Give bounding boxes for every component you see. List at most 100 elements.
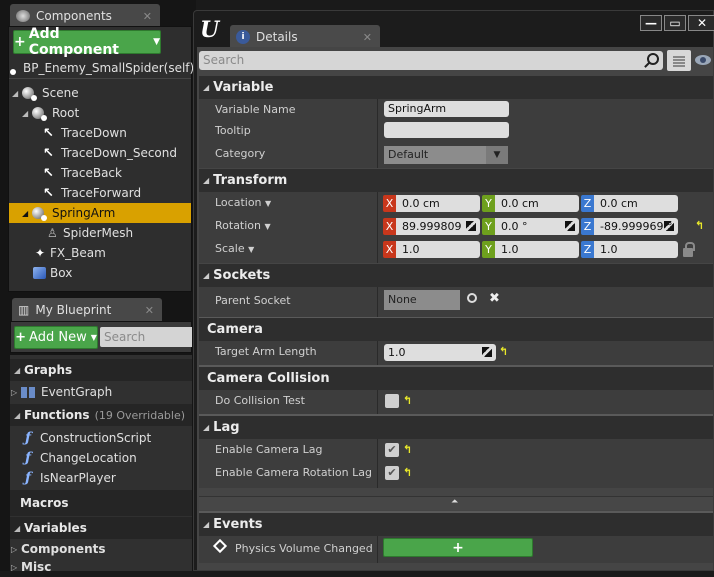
scale-x-input[interactable]: 1.0 [396, 241, 480, 258]
category-title: Camera [207, 322, 263, 337]
function-item-constructionscript[interactable]: ƒ ConstructionScript [10, 428, 192, 448]
variable-group-components[interactable]: ▷ Components [10, 539, 192, 559]
category-transform[interactable]: ◢ Transform [199, 169, 713, 192]
browse-search-icon[interactable] [467, 293, 477, 303]
scale-z-input[interactable]: 1.0 [594, 241, 678, 258]
enable-camera-lag-checkbox[interactable]: ✔ [385, 443, 399, 457]
transform-properties: Location ▼ X 0.0 cm Y 0.0 cm Z 0.0 cm Ro… [199, 192, 713, 263]
category-lag[interactable]: ◢ Lag [199, 416, 713, 439]
axis-y-label: Y [482, 218, 495, 235]
location-z-input[interactable]: 0.0 cm [594, 195, 678, 212]
rotation-x-input[interactable]: 89.999809 ° [396, 218, 480, 235]
expand-arrow-icon: ◢ [203, 176, 210, 185]
rotation-z-input[interactable]: -89.999969 ° [594, 218, 678, 235]
prop-category: Category Default ▼ [199, 143, 713, 166]
target-arm-length-input[interactable]: 1.0 [384, 344, 496, 361]
scale-label[interactable]: Scale ▼ [215, 242, 254, 255]
add-new-button[interactable]: + Add New ▼ [14, 326, 98, 349]
expand-arrow-icon[interactable]: ◢ [12, 89, 22, 98]
reset-to-default-icon[interactable]: ↰ [403, 466, 412, 479]
tree-item-label: TraceDown_Second [61, 146, 177, 160]
parent-socket-field[interactable]: None [384, 290, 460, 310]
spin-handle-icon[interactable] [466, 221, 476, 231]
tree-item-fx-beam[interactable]: ✦ FX_Beam [9, 243, 191, 263]
category-sockets[interactable]: ◢ Sockets [199, 264, 713, 287]
functions-header-label: Functions [24, 408, 90, 422]
reset-to-default-icon[interactable]: ↰ [403, 443, 412, 456]
clear-icon[interactable]: ✖ [489, 291, 500, 306]
checkmark-icon: ✔ [387, 443, 397, 456]
reset-to-default-icon[interactable]: ↰ [499, 345, 508, 358]
graphs-header[interactable]: ◢ Graphs [10, 359, 192, 381]
spin-handle-icon[interactable] [664, 221, 674, 231]
tab-details[interactable]: i Details ✕ [230, 25, 380, 49]
prop-label: Target Arm Length [215, 345, 317, 358]
variable-name-input[interactable]: SpringArm [384, 101, 509, 117]
tree-item-label: TraceDown [61, 126, 127, 140]
axis-z-label: Z [581, 218, 594, 235]
tree-item-tracedown-second[interactable]: ↖ TraceDown_Second [9, 143, 191, 163]
add-event-button[interactable]: + [383, 538, 533, 557]
blueprint-search-input[interactable]: Search [100, 327, 192, 347]
lock-icon[interactable] [683, 242, 695, 257]
tree-item-label: SpringArm [52, 206, 116, 220]
close-icon[interactable]: ✕ [145, 304, 154, 317]
function-item-isnearplayer[interactable]: ƒ IsNearPlayer [10, 468, 192, 488]
location-label[interactable]: Location ▼ [215, 196, 271, 209]
self-item[interactable]: BP_Enemy_SmallSpider(self) [9, 57, 194, 79]
maximize-button[interactable]: ▭ [664, 15, 686, 31]
tree-item-root[interactable]: ◢ Root [9, 103, 191, 123]
arrow-component-icon: ↖ [43, 125, 54, 141]
do-collision-test-checkbox[interactable] [385, 394, 399, 408]
function-item-changelocation[interactable]: ƒ ChangeLocation [10, 448, 192, 468]
location-y-input[interactable]: 0.0 cm [495, 195, 579, 212]
tree-item-spidermesh[interactable]: ♙ SpiderMesh [9, 223, 191, 243]
reset-to-default-icon[interactable]: ↰ [695, 219, 704, 232]
chevron-down-icon: ▼ [264, 222, 271, 231]
functions-header[interactable]: ◢ Functions (19 Overridable) [10, 404, 192, 426]
prop-label: Location [215, 196, 262, 209]
enable-camera-rotation-lag-checkbox[interactable]: ✔ [385, 466, 399, 480]
tree-item-scene[interactable]: ◢ Scene [9, 83, 191, 103]
tab-components[interactable]: Components ✕ [10, 4, 160, 28]
property-matrix-button[interactable] [667, 50, 691, 71]
category-camera[interactable]: Camera [199, 318, 713, 341]
location-x-input[interactable]: 0.0 cm [396, 195, 480, 212]
scale-y-input[interactable]: 1.0 [495, 241, 579, 258]
tab-my-blueprint[interactable]: ▥ My Blueprint ✕ [12, 298, 162, 322]
advanced-toggle[interactable]: ⏶ [199, 496, 713, 510]
expand-arrow-icon[interactable]: ◢ [22, 109, 32, 118]
spin-handle-icon[interactable] [482, 347, 492, 357]
add-component-button[interactable]: + Add Component ▼ [13, 26, 161, 58]
category-camera-collision[interactable]: Camera Collision [199, 367, 713, 390]
tree-item-traceforward[interactable]: ↖ TraceForward [9, 183, 191, 203]
tree-item-traceback[interactable]: ↖ TraceBack [9, 163, 191, 183]
variable-group-misc[interactable]: ▷ Misc [10, 557, 192, 577]
spin-handle-icon[interactable] [565, 221, 575, 231]
prop-label: Category [215, 147, 266, 160]
tooltip-input[interactable] [384, 122, 509, 138]
tree-item-springarm[interactable]: ◢ SpringArm [9, 203, 191, 223]
category-events[interactable]: ◢ Events [199, 513, 713, 536]
graph-item-eventgraph[interactable]: ▷ EventGraph [10, 382, 192, 402]
category-variable[interactable]: ◢ Variable [199, 76, 713, 99]
rotation-y-input[interactable]: 0.0 ° [495, 218, 579, 235]
macros-header[interactable]: Macros [10, 490, 192, 516]
reset-to-default-icon[interactable]: ↰ [403, 394, 412, 407]
rotation-label[interactable]: Rotation ▼ [215, 219, 271, 232]
details-search-input[interactable]: Search [199, 51, 663, 70]
axis-y-label: Y [482, 241, 495, 258]
minimize-button[interactable]: — [640, 15, 662, 31]
search-icon[interactable] [647, 53, 659, 65]
eye-icon[interactable] [695, 55, 711, 65]
close-icon[interactable]: ✕ [143, 10, 152, 23]
variables-header[interactable]: ◢ Variables [10, 517, 192, 539]
close-icon[interactable]: ✕ [363, 31, 372, 44]
tree-item-box[interactable]: Box [9, 263, 191, 283]
chevron-down-icon: ▼ [153, 37, 160, 47]
expand-arrow-icon[interactable]: ◢ [22, 209, 32, 218]
close-window-button[interactable]: ✕ [688, 15, 714, 31]
grid-icon [673, 54, 685, 67]
tree-item-tracedown[interactable]: ↖ TraceDown [9, 123, 191, 143]
category-dropdown[interactable]: Default ▼ [384, 146, 508, 164]
